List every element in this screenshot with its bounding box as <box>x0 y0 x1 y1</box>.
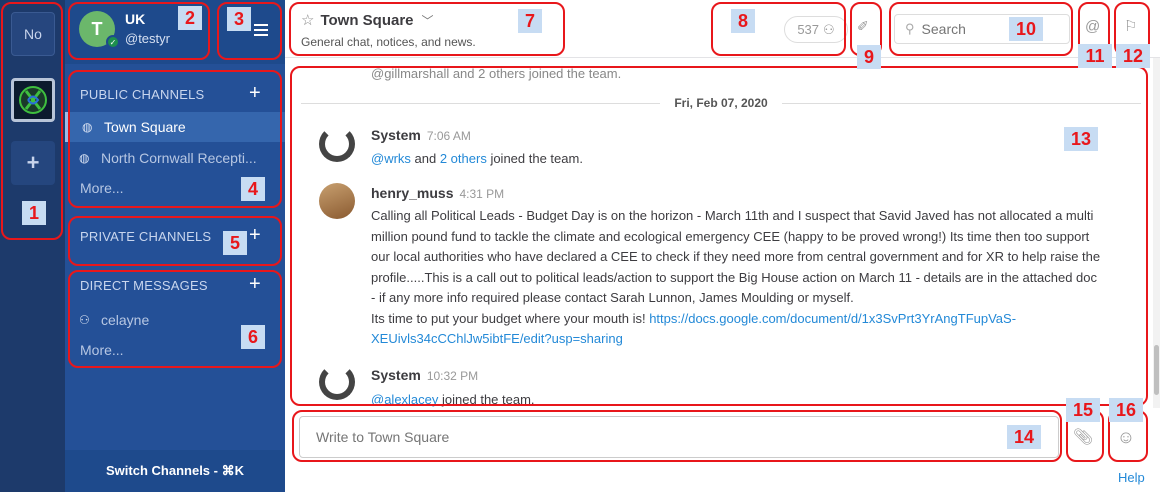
team-logo-icon <box>19 86 47 114</box>
member-count-button[interactable]: 537 ⚇ <box>784 16 848 43</box>
team-initials: No <box>24 26 42 42</box>
avatar[interactable] <box>319 183 355 219</box>
others-link[interactable]: 2 others <box>440 151 487 166</box>
annotation-label-3: 3 <box>227 7 251 31</box>
date-separator-label: Fri, Feb 07, 2020 <box>674 96 768 110</box>
globe-icon: ◍ <box>82 120 93 134</box>
channel-sidebar: T ✓ UK @testyr PUBLIC CHANNELS + ◍ Town … <box>65 0 285 492</box>
team-button-logo[interactable] <box>11 78 55 122</box>
member-count: 537 <box>797 22 820 37</box>
post-header: System 7:06 AM <box>371 127 471 143</box>
annotation-label-1: 1 <box>22 201 46 225</box>
mention-link[interactable]: @wrks <box>371 151 411 166</box>
public-more-link[interactable]: More... <box>80 180 124 196</box>
help-link[interactable]: Help <box>1118 470 1145 485</box>
member-icon: ⚇ <box>823 21 835 37</box>
system-avatar <box>319 126 355 162</box>
sidebar-item-north-cornwall[interactable]: ◍ North Cornwall Recepti... <box>65 143 285 173</box>
post-body: @alexlacey joined the team. <box>371 392 535 407</box>
annotation-label-16: 16 <box>1109 398 1143 422</box>
globe-icon: ◍ <box>79 151 90 165</box>
public-channels-header: PUBLIC CHANNELS <box>80 87 205 102</box>
sidebar-header: T ✓ UK @testyr <box>65 0 285 64</box>
annotation-label-10: 10 <box>1009 17 1043 41</box>
add-public-channel-button[interactable]: + <box>249 83 261 103</box>
channel-title[interactable]: ☆ Town Square ﹀ <box>301 11 434 30</box>
sidebar-item-label: North Cornwall Recepti... <box>101 150 257 166</box>
sidebar-item-label: celayne <box>101 312 150 328</box>
system-avatar <box>319 364 355 400</box>
hamburger-icon <box>254 24 268 26</box>
search-box[interactable]: ⚲ <box>894 14 1070 44</box>
avatar-initial: T <box>91 18 103 39</box>
annotation-label-13: 13 <box>1064 127 1098 151</box>
annotation-label-12: 12 <box>1116 44 1150 68</box>
post-time[interactable]: 10:32 PM <box>427 369 478 383</box>
date-separator: Fri, Feb 07, 2020 <box>301 93 1142 113</box>
message-input[interactable] <box>300 417 1058 457</box>
sidebar-item-town-square[interactable]: ◍ Town Square <box>65 112 285 142</box>
scrollbar-thumb[interactable] <box>1154 345 1159 395</box>
dm-more-link[interactable]: More... <box>80 342 124 358</box>
chevron-down-icon[interactable]: ﹀ <box>422 12 434 29</box>
message-list: @gillmarshall and 2 others joined the te… <box>285 58 1153 408</box>
annotation-label-7: 7 <box>518 9 542 33</box>
post-time[interactable]: 7:06 AM <box>427 129 471 143</box>
flag-icon[interactable]: ⚐ <box>1124 17 1137 35</box>
private-channels-header: PRIVATE CHANNELS <box>80 229 212 244</box>
post-author[interactable]: System <box>371 127 421 143</box>
annotation-label-9: 9 <box>857 45 881 69</box>
annotation-label-2: 2 <box>178 6 202 30</box>
post-header: henry_muss 4:31 PM <box>371 185 504 201</box>
post-time[interactable]: 4:31 PM <box>459 187 504 201</box>
annotation-label-15: 15 <box>1066 398 1100 422</box>
emoji-icon[interactable]: ☺ <box>1110 420 1142 454</box>
pin-icon[interactable]: ✐ <box>857 18 869 35</box>
online-status-icon: ✓ <box>106 35 120 49</box>
post-header: System 10:32 PM <box>371 367 478 383</box>
plus-icon: + <box>26 150 40 175</box>
team-name[interactable]: UK <box>125 11 145 27</box>
post-body: @wrks and 2 others joined the team. <box>371 151 583 166</box>
post-body: Calling all Political Leads - Budget Day… <box>371 208 1101 346</box>
switch-channels-button[interactable]: Switch Channels - ⌘K <box>65 450 285 492</box>
channel-name: Town Square <box>320 11 414 29</box>
sidebar-item-label: Town Square <box>104 119 186 135</box>
username[interactable]: @testyr <box>125 31 170 46</box>
channel-purpose: General chat, notices, and news. <box>301 35 476 49</box>
post-author[interactable]: System <box>371 367 421 383</box>
team-button-no[interactable]: No <box>11 12 55 56</box>
post-author[interactable]: henry_muss <box>371 185 453 201</box>
annotation-label-8: 8 <box>731 9 755 33</box>
mentions-icon[interactable]: @ <box>1085 18 1100 35</box>
add-private-channel-button[interactable]: + <box>249 225 261 245</box>
annotation-label-5: 5 <box>223 231 247 255</box>
annotation-label-4: 4 <box>241 177 265 201</box>
annotation-label-11: 11 <box>1078 44 1112 68</box>
user-icon: ⚇ <box>79 313 90 327</box>
message-composer[interactable] <box>299 416 1059 458</box>
annotation-label-6: 6 <box>241 325 265 349</box>
main-menu-button[interactable] <box>251 20 271 40</box>
add-direct-message-button[interactable]: + <box>249 274 261 294</box>
direct-messages-header: DIRECT MESSAGES <box>80 278 208 293</box>
attachment-icon[interactable]: 📎︎ <box>1068 420 1098 454</box>
search-icon: ⚲ <box>905 21 915 36</box>
system-message-text: @gillmarshall and 2 others joined the te… <box>371 66 622 81</box>
team-sidebar: No + <box>0 0 65 492</box>
add-team-button[interactable]: + <box>11 141 55 185</box>
star-icon[interactable]: ☆ <box>301 11 314 29</box>
annotation-label-14: 14 <box>1007 425 1041 449</box>
mention-link[interactable]: @alexlacey <box>371 392 438 407</box>
